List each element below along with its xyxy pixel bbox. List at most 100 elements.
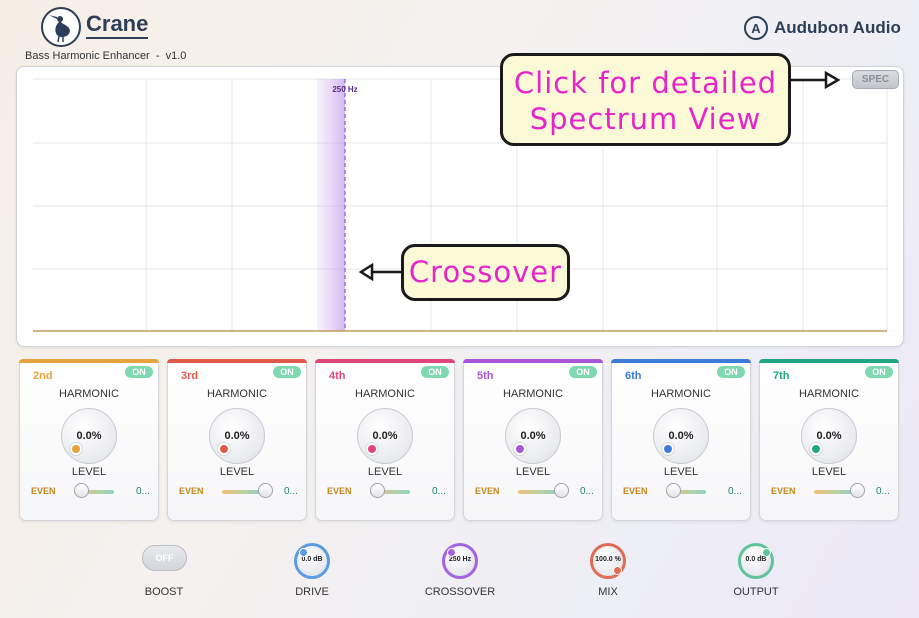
harmonic-level-value: 0.0% (520, 430, 546, 442)
callout-line-2: Spectrum View (529, 102, 762, 136)
drive-value: 0.0 dB (301, 556, 323, 563)
level-label: LEVEL (515, 466, 551, 478)
odd-value: 0... (728, 486, 742, 497)
even-label: EVEN (475, 486, 500, 496)
harmonic-label: HARMONIC (355, 388, 415, 400)
mix-knob[interactable]: 100.0 % (590, 543, 626, 579)
harmonic-label: HARMONIC (799, 388, 859, 400)
harmonic-on-toggle[interactable]: ON (273, 366, 301, 378)
knob-indicator-dot (70, 443, 82, 455)
mix-indicator-dot (613, 566, 622, 575)
harmonic-on-toggle[interactable]: ON (569, 366, 597, 378)
boost-toggle[interactable]: OFF (142, 545, 187, 571)
even-odd-slider-thumb[interactable] (554, 483, 569, 498)
odd-value: 0... (432, 486, 446, 497)
spectrum-view-callout: Click for detailed Spectrum View (500, 53, 791, 146)
panel-accent-bar (759, 359, 899, 363)
brand-name: Audubon Audio (774, 18, 901, 37)
level-label: LEVEL (367, 466, 403, 478)
harmonic-level-knob[interactable]: 0.0% (357, 408, 413, 464)
even-odd-slider-thumb[interactable] (850, 483, 865, 498)
output-value: 0.0 dB (745, 556, 767, 563)
even-odd-slider-track[interactable] (222, 490, 262, 494)
panel-accent-bar (315, 359, 455, 363)
harmonic-level-knob[interactable]: 0.0% (209, 408, 265, 464)
callout-line-1: Click for detailed (513, 66, 778, 100)
harmonic-on-toggle[interactable]: ON (717, 366, 745, 378)
harmonic-level-knob[interactable]: 0.0% (653, 408, 709, 464)
crossover-indicator-dot (447, 548, 456, 557)
harmonic-name: 7th (773, 370, 790, 382)
output-knob[interactable]: 0.0 dB (738, 543, 774, 579)
even-odd-slider-thumb[interactable] (370, 483, 385, 498)
crossover-shading (317, 79, 345, 331)
level-label: LEVEL (663, 466, 699, 478)
odd-value: 0... (284, 486, 298, 497)
knob-indicator-dot (810, 443, 822, 455)
crossover-knob[interactable]: 250 Hz (442, 543, 478, 579)
panel-accent-bar (19, 359, 159, 363)
even-odd-slider-thumb[interactable] (74, 483, 89, 498)
odd-value: 0... (876, 486, 890, 497)
mix-value: 100.0 % (595, 556, 621, 563)
harmonic-level-knob[interactable]: 0.0% (801, 408, 857, 464)
harmonic-panel-3rd: 3rd ON HARMONIC 0.0% LEVEL EVEN 0... (167, 359, 307, 521)
app-title: Crane (86, 12, 149, 39)
harmonic-level-value: 0.0% (224, 430, 250, 442)
panel-accent-bar (463, 359, 603, 363)
harmonic-label: HARMONIC (207, 388, 267, 400)
harmonic-level-knob[interactable]: 0.0% (61, 408, 117, 464)
even-label: EVEN (771, 486, 796, 496)
harmonic-level-value: 0.0% (816, 430, 842, 442)
crossover-label: CROSSOVER (424, 586, 496, 598)
harmonic-label: HARMONIC (651, 388, 711, 400)
harmonic-name: 6th (625, 370, 642, 382)
drive-label: DRIVE (295, 586, 329, 598)
drive-indicator-dot (299, 548, 308, 557)
harmonic-level-knob[interactable]: 0.0% (505, 408, 561, 464)
harmonic-on-toggle[interactable]: ON (421, 366, 449, 378)
harmonic-on-toggle[interactable]: ON (865, 366, 893, 378)
even-label: EVEN (623, 486, 648, 496)
panel-accent-bar (167, 359, 307, 363)
even-odd-slider-thumb[interactable] (666, 483, 681, 498)
output-label: OUTPUT (733, 586, 779, 598)
harmonic-name: 5th (477, 370, 494, 382)
harmonic-level-value: 0.0% (668, 430, 694, 442)
harmonic-name: 2nd (33, 370, 53, 382)
audubon-logo-icon: A (744, 16, 768, 40)
level-label: LEVEL (71, 466, 107, 478)
harmonic-label: HARMONIC (59, 388, 119, 400)
level-label: LEVEL (219, 466, 255, 478)
harmonic-panel-5th: 5th ON HARMONIC 0.0% LEVEL EVEN 0... (463, 359, 603, 521)
harmonic-panel-4th: 4th ON HARMONIC 0.0% LEVEL EVEN 0... (315, 359, 455, 521)
even-odd-slider-thumb[interactable] (258, 483, 273, 498)
knob-indicator-dot (514, 443, 526, 455)
boost-label: BOOST (144, 586, 184, 598)
level-label: LEVEL (811, 466, 847, 478)
app-subtitle: Bass Harmonic Enhancer - v1.0 (25, 50, 187, 62)
brand: A Audubon Audio (744, 16, 901, 40)
drive-knob[interactable]: 0.0 dB (294, 543, 330, 579)
harmonic-name: 3rd (181, 370, 199, 382)
even-label: EVEN (327, 486, 352, 496)
mix-label: MIX (598, 586, 618, 598)
crossover-value: 250 Hz (448, 556, 472, 563)
even-label: EVEN (179, 486, 204, 496)
panel-accent-bar (611, 359, 751, 363)
crossover-callout: Crossover (401, 244, 570, 301)
heron-logo-icon (41, 7, 81, 47)
knob-indicator-dot (662, 443, 674, 455)
even-odd-slider-track[interactable] (814, 490, 854, 494)
even-label: EVEN (31, 486, 56, 496)
odd-value: 0... (580, 486, 594, 497)
spec-button[interactable]: SPEC (852, 70, 899, 89)
harmonic-level-value: 0.0% (372, 430, 398, 442)
harmonic-label: HARMONIC (503, 388, 563, 400)
odd-value: 0... (136, 486, 150, 497)
knob-indicator-dot (366, 443, 378, 455)
harmonic-on-toggle[interactable]: ON (125, 366, 153, 378)
harmonic-panel-7th: 7th ON HARMONIC 0.0% LEVEL EVEN 0... (759, 359, 899, 521)
harmonic-panel-2nd: 2nd ON HARMONIC 0.0% LEVEL EVEN 0... (19, 359, 159, 521)
even-odd-slider-track[interactable] (518, 490, 558, 494)
